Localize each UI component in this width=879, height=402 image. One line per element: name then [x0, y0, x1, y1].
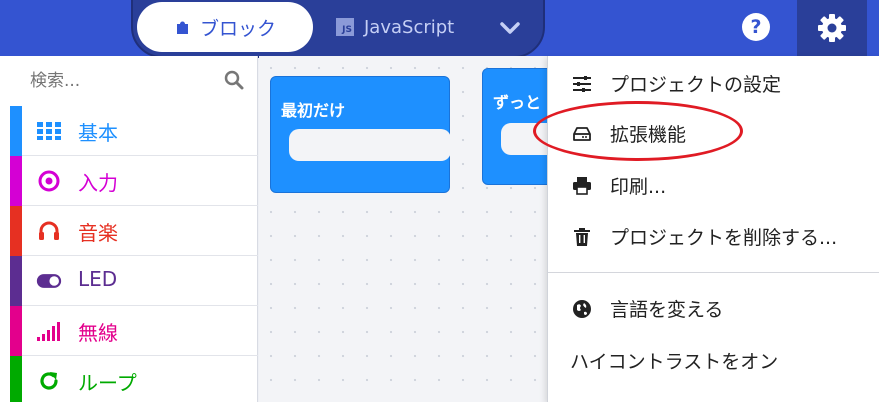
menu-item-label: プロジェクトを削除する...	[610, 227, 838, 249]
settings-button[interactable]	[797, 0, 867, 56]
category-music[interactable]: 音楽	[10, 206, 258, 256]
menu-item-delete-project[interactable]: プロジェクトを削除する...	[548, 211, 879, 261]
category-stripe	[10, 306, 22, 356]
sliders-icon	[572, 74, 592, 94]
menu-item-label: 印刷...	[610, 176, 667, 198]
category-stripe	[10, 256, 22, 306]
menu-item-print[interactable]: 印刷...	[548, 160, 879, 210]
category-stripe	[10, 156, 22, 206]
highlight-annotation	[533, 101, 743, 161]
menu-item-project-settings[interactable]: プロジェクトの設定	[548, 58, 879, 108]
printer-icon	[572, 176, 592, 196]
trash-icon	[572, 227, 592, 247]
menu-item-high-contrast[interactable]: ハイコントラストをオン	[548, 335, 879, 385]
blocks-editor-label: ブロック	[199, 17, 276, 40]
search-input[interactable]	[30, 71, 210, 91]
menu-divider	[548, 272, 879, 273]
menu-item-label: 言語を変える	[610, 299, 724, 321]
category-label: ループ	[78, 371, 137, 395]
category-label: 入力	[78, 171, 118, 195]
target-icon	[36, 169, 62, 193]
javascript-editor-label: JavaScript	[364, 16, 455, 38]
category-led[interactable]: LED	[10, 256, 258, 306]
block-label: ずっと	[493, 93, 542, 112]
signal-icon	[36, 319, 62, 343]
toolbox-search	[10, 56, 258, 106]
menu-item-change-language[interactable]: 言語を変える	[548, 283, 879, 333]
blocks-editor-button[interactable]: ブロック	[137, 2, 313, 52]
category-basic[interactable]: 基本	[10, 106, 258, 156]
category-stripe	[10, 356, 22, 402]
toggle-icon	[36, 269, 62, 293]
block-label: 最初だけ	[281, 101, 346, 120]
search-icon[interactable]	[224, 70, 244, 90]
help-button[interactable]: ?	[742, 13, 770, 41]
category-stripe	[10, 206, 22, 256]
puzzle-icon	[176, 21, 188, 34]
category-input[interactable]: 入力	[10, 156, 258, 206]
menu-item-label: プロジェクトの設定	[610, 74, 782, 96]
category-label: LED	[78, 267, 118, 291]
category-stripe	[10, 106, 22, 156]
grid-icon	[36, 119, 62, 143]
help-icon: ?	[750, 16, 762, 38]
category-label: 無線	[78, 321, 118, 345]
javascript-editor-button[interactable]: JS JavaScript	[336, 12, 454, 42]
globe-icon	[572, 299, 592, 319]
js-file-icon: JS	[336, 18, 354, 36]
block-slot	[289, 129, 451, 161]
top-bar: ブロック JS JavaScript ?	[0, 0, 879, 58]
category-label: 基本	[78, 121, 118, 145]
menu-item-label: ハイコントラストをオン	[570, 351, 779, 373]
category-label: 音楽	[78, 221, 118, 245]
editor-toggle: ブロック JS JavaScript	[131, 0, 545, 58]
toolbox: 基本 入力 音楽 LED	[0, 56, 258, 402]
headphones-icon	[36, 219, 62, 243]
category-radio[interactable]: 無線	[10, 306, 258, 356]
gear-icon	[818, 14, 846, 42]
category-loops[interactable]: ループ	[10, 356, 258, 402]
on-start-block[interactable]: 最初だけ	[270, 76, 451, 193]
chevron-down-icon[interactable]	[497, 18, 523, 38]
loop-icon	[36, 369, 62, 393]
